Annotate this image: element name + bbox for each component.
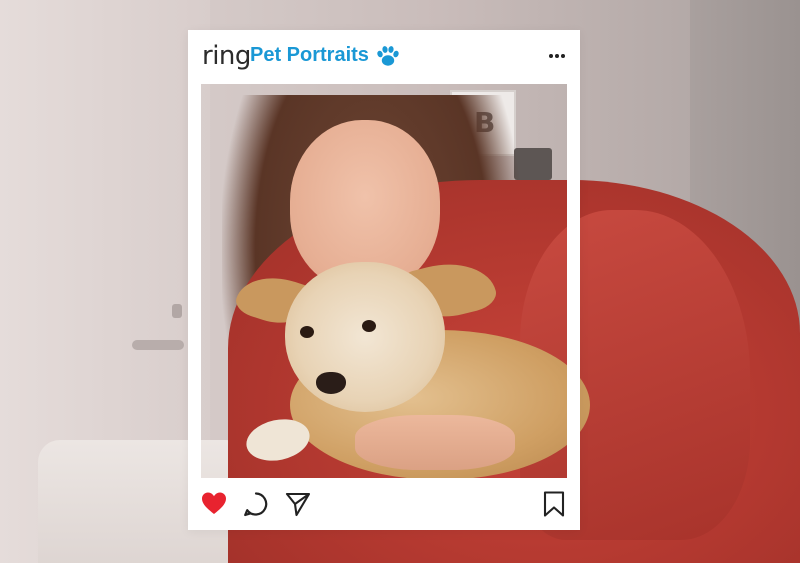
bookmark-icon[interactable] <box>540 490 568 518</box>
more-options-button[interactable] <box>544 44 570 68</box>
paw-icon <box>377 46 399 66</box>
door-handle <box>132 340 184 350</box>
send-icon[interactable] <box>284 490 312 518</box>
post-title: Pet Portraits <box>250 44 369 66</box>
post-frame <box>188 30 580 530</box>
comment-icon[interactable] <box>242 490 270 518</box>
post-actions-bar <box>188 478 580 530</box>
door-lock <box>172 304 182 318</box>
heart-icon[interactable] <box>200 490 228 518</box>
brand-logo: ring <box>202 41 251 71</box>
post-header: ring Pet Portraits <box>188 30 580 84</box>
more-dots-icon <box>549 54 565 58</box>
